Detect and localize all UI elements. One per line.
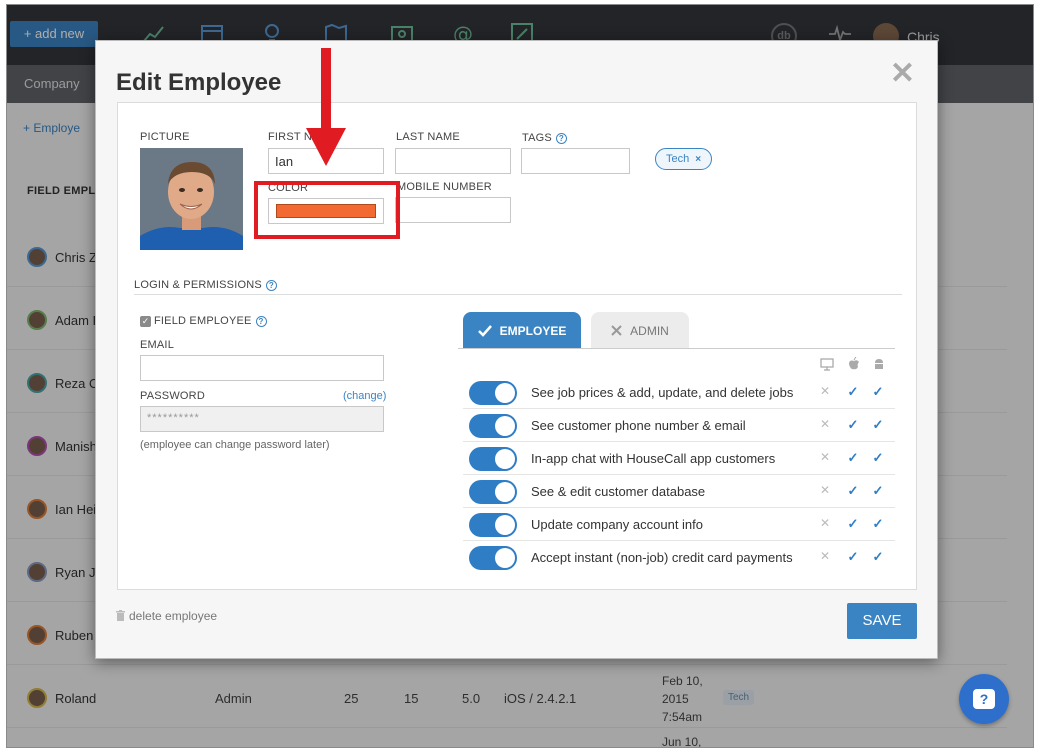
permission-label: See job prices & add, update, and delete…: [531, 385, 794, 400]
apple-icon: [847, 357, 861, 371]
web-disabled-icon: ✕: [819, 549, 831, 563]
mobile-number-label: MOBILE NUMBER: [397, 181, 492, 193]
toggle-knob: [495, 482, 515, 502]
tab-admin[interactable]: ADMIN: [591, 312, 689, 349]
tags-label: TAGS?: [522, 132, 567, 144]
web-disabled-icon: ✕: [819, 516, 831, 530]
save-button[interactable]: SAVE: [847, 603, 917, 639]
permission-label: Accept instant (non-job) credit card pay…: [531, 550, 793, 565]
tab-employee-label: EMPLOYEE: [499, 323, 567, 338]
color-highlight-box: [254, 181, 400, 239]
android-enabled-icon: ✓: [872, 549, 884, 564]
android-enabled-icon: ✓: [872, 450, 884, 465]
permission-row: In-app chat with HouseCall app customers…: [463, 442, 895, 475]
remove-tag-icon[interactable]: ×: [695, 154, 701, 165]
tab-admin-label: ADMIN: [630, 323, 669, 338]
help-icon: ?: [973, 689, 995, 709]
password-note: (employee can change password later): [140, 439, 330, 451]
password-field[interactable]: **********: [140, 406, 384, 432]
permission-toggle[interactable]: [469, 414, 517, 438]
permission-row: See job prices & add, update, and delete…: [463, 376, 895, 409]
web-disabled-icon: ✕: [819, 450, 831, 464]
modal-title: Edit Employee: [116, 69, 282, 96]
login-permissions-header: LOGIN & PERMISSIONS?: [134, 279, 277, 291]
trash-icon: [116, 610, 125, 621]
annotation-arrow-icon: [306, 48, 346, 166]
tag-chip-label: Tech: [666, 153, 690, 165]
permission-toggle[interactable]: [469, 447, 517, 471]
mobile-number-field[interactable]: [395, 197, 511, 223]
tag-chip[interactable]: Tech ×: [655, 148, 713, 170]
permission-row: Accept instant (non-job) credit card pay…: [463, 541, 895, 574]
last-name-field[interactable]: [395, 148, 511, 174]
ios-enabled-icon: ✓: [847, 450, 859, 465]
email-label: EMAIL: [140, 339, 175, 351]
toggle-knob: [495, 548, 515, 568]
permission-label: In-app chat with HouseCall app customers: [531, 451, 776, 466]
employee-form-panel: PICTURE FIRST NA Ian LAST NAME TAGS? Tec…: [117, 102, 917, 590]
desktop-icon: [820, 357, 834, 371]
tab-divider: [458, 348, 895, 349]
help-icon[interactable]: ?: [555, 132, 567, 144]
field-employee-label: FIELD EMPLOYEE?: [154, 315, 267, 327]
ios-enabled-icon: ✓: [847, 549, 859, 564]
permission-row: See & edit customer database ✕ ✓ ✓: [463, 475, 895, 508]
permission-label: See & edit customer database: [531, 484, 706, 499]
toggle-knob: [495, 515, 515, 535]
permission-label: See customer phone number & email: [531, 418, 746, 433]
permission-toggle[interactable]: [469, 513, 517, 537]
android-icon: [872, 357, 886, 371]
web-disabled-icon: ✕: [819, 417, 831, 431]
change-password-link[interactable]: (change): [343, 390, 386, 402]
delete-employee-label: delete employee: [129, 609, 218, 623]
permission-label: Update company account info: [531, 517, 703, 532]
help-chat-button[interactable]: ?: [959, 674, 1009, 724]
help-icon[interactable]: ?: [255, 315, 267, 327]
android-enabled-icon: ✓: [872, 516, 884, 531]
employee-photo[interactable]: [140, 148, 243, 250]
delete-employee-link[interactable]: delete employee: [116, 609, 217, 623]
ios-enabled-icon: ✓: [847, 417, 859, 432]
permission-row: Update company account info ✕ ✓ ✓: [463, 508, 895, 541]
x-icon: [611, 325, 622, 336]
permission-row: See customer phone number & email ✕ ✓ ✓: [463, 409, 895, 442]
android-enabled-icon: ✓: [872, 483, 884, 498]
ios-enabled-icon: ✓: [847, 384, 859, 399]
help-icon[interactable]: ?: [265, 279, 277, 291]
ios-enabled-icon: ✓: [847, 516, 859, 531]
email-field[interactable]: [140, 355, 384, 381]
picture-label: PICTURE: [140, 131, 190, 143]
web-disabled-icon: ✕: [819, 384, 831, 398]
permission-toggle[interactable]: [469, 381, 517, 405]
edit-employee-modal: Edit Employee ✕ PICTURE FIRST NA Ian LAS…: [95, 40, 938, 659]
login-permissions-text: LOGIN & PERMISSIONS: [134, 279, 262, 291]
password-label: PASSWORD: [140, 390, 205, 402]
ios-enabled-icon: ✓: [847, 483, 859, 498]
check-icon: [477, 324, 492, 337]
toggle-knob: [495, 383, 515, 403]
toggle-knob: [495, 416, 515, 436]
tags-label-text: TAGS: [522, 132, 552, 144]
close-icon[interactable]: ✕: [890, 59, 915, 89]
android-enabled-icon: ✓: [872, 417, 884, 432]
tags-field[interactable]: [521, 148, 630, 174]
tab-employee[interactable]: EMPLOYEE: [463, 312, 581, 349]
field-employee-checkbox[interactable]: ✓: [140, 316, 151, 327]
permission-toggle[interactable]: [469, 480, 517, 504]
web-disabled-icon: ✕: [819, 483, 831, 497]
divider: [134, 294, 902, 295]
android-enabled-icon: ✓: [872, 384, 884, 399]
permission-toggle[interactable]: [469, 546, 517, 570]
last-name-label: LAST NAME: [396, 131, 460, 143]
toggle-knob: [495, 449, 515, 469]
field-employee-text: FIELD EMPLOYEE: [154, 315, 252, 327]
